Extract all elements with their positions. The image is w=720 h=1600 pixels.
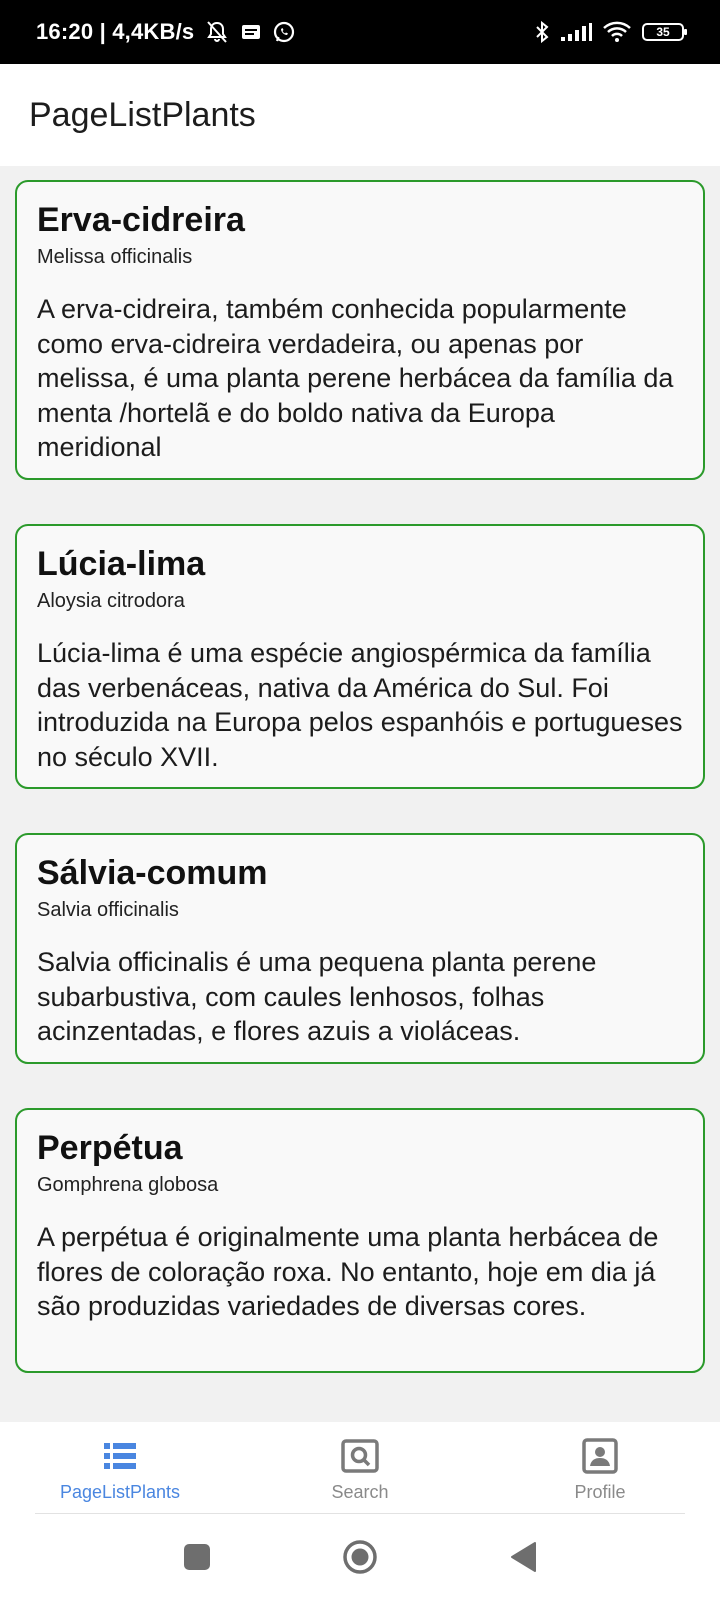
wifi-icon bbox=[602, 21, 632, 43]
plant-card[interactable]: Erva-cidreira Melissa officinalis A erva… bbox=[15, 180, 705, 480]
plant-card[interactable]: Sálvia-comum Salvia officinalis Salvia o… bbox=[15, 833, 705, 1064]
tab-label: PageListPlants bbox=[59, 1482, 181, 1502]
message-icon bbox=[240, 22, 262, 42]
screen: 16:20 | 4,4KB/s 35 PageListPlants Erva-c… bbox=[0, 0, 720, 1600]
plant-description: Lúcia-lima é uma espécie angiospérmica d… bbox=[37, 638, 683, 772]
profile-icon bbox=[580, 1436, 620, 1476]
plant-scientific-name: Salvia officinalis bbox=[37, 899, 179, 921]
plant-scientific-name: Aloysia citrodora bbox=[37, 590, 185, 612]
list-icon bbox=[100, 1436, 140, 1476]
plant-description: Salvia officinalis é uma pequena planta … bbox=[37, 947, 597, 1046]
plant-name: Sálvia-comum bbox=[37, 854, 268, 892]
plant-name: Erva-cidreira bbox=[37, 201, 245, 239]
plant-name: Lúcia-lima bbox=[37, 545, 206, 583]
home-circle-icon[interactable] bbox=[342, 1539, 378, 1575]
bottom-navigation: PageListPlants Search Profile bbox=[0, 1422, 720, 1514]
plant-name: Perpétua bbox=[37, 1129, 183, 1167]
tab-profile[interactable]: Profile bbox=[480, 1422, 720, 1514]
tab-search[interactable]: Search bbox=[240, 1422, 480, 1514]
status-right: 35 bbox=[524, 20, 687, 44]
alarm-off-icon bbox=[204, 20, 230, 44]
plant-scientific-name: Melissa officinalis bbox=[37, 246, 193, 268]
battery-level: 35 bbox=[642, 23, 687, 41]
app-bar: PageListPlants bbox=[0, 64, 720, 166]
plant-description: A perpétua é originalmente uma planta he… bbox=[37, 1222, 659, 1321]
plant-scientific-name: Gomphrena globosa bbox=[37, 1174, 219, 1196]
plant-card[interactable]: Lúcia-lima Aloysia citrodora Lúcia-lima … bbox=[15, 524, 705, 789]
plant-card[interactable]: Perpétua Gomphrena globosa A perpétua é … bbox=[15, 1108, 705, 1373]
status-left: 16:20 | 4,4KB/s bbox=[36, 19, 296, 45]
status-bar: 16:20 | 4,4KB/s 35 bbox=[0, 0, 720, 64]
plant-list[interactable]: Erva-cidreira Melissa officinalis A erva… bbox=[0, 166, 720, 1422]
status-time-speed: 16:20 | 4,4KB/s bbox=[36, 19, 195, 44]
tab-label: Profile bbox=[574, 1482, 626, 1502]
whatsapp-icon bbox=[272, 20, 296, 44]
tab-label: Search bbox=[331, 1482, 389, 1502]
recents-square-icon[interactable] bbox=[183, 1543, 211, 1571]
signal-icon bbox=[560, 22, 592, 42]
tab-page-list-plants[interactable]: PageListPlants bbox=[0, 1422, 240, 1514]
bluetooth-icon bbox=[534, 20, 550, 44]
search-icon bbox=[340, 1436, 380, 1476]
plant-description: A erva-cidreira, também conhecida popula… bbox=[37, 294, 674, 462]
battery-icon: 35 bbox=[642, 23, 687, 41]
system-navigation-bar bbox=[0, 1514, 720, 1600]
page-title: PageListPlants bbox=[29, 95, 256, 134]
back-triangle-icon[interactable] bbox=[509, 1541, 537, 1573]
